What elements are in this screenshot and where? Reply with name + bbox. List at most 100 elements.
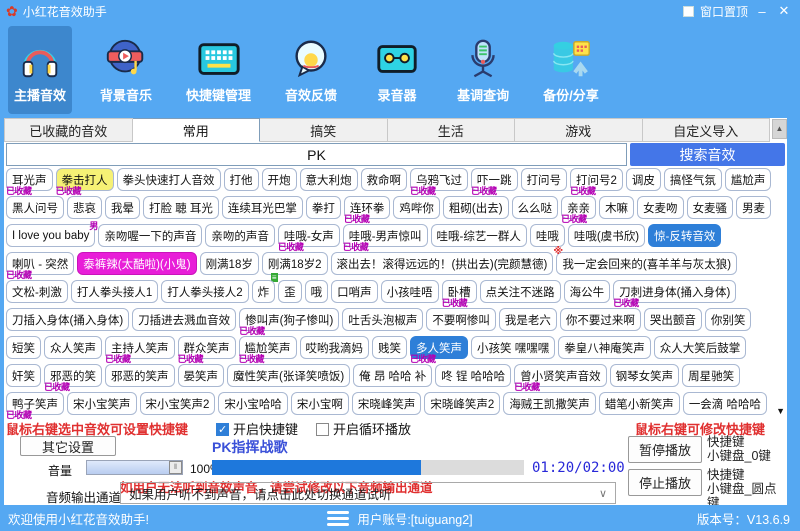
sound-effect-button[interactable]: 惨叫声(狗子惨叫) 已收藏 (239, 308, 340, 336)
user-account-text[interactable]: 用户账号:[tuiguang2] (357, 509, 472, 528)
sound-effect-button[interactable]: 周星驰笑 (682, 364, 741, 387)
search-button[interactable]: 搜索音效 (630, 143, 785, 166)
sound-effect-button[interactable]: 拳打 (305, 196, 341, 219)
sound-effect-button[interactable]: 打他 (223, 168, 259, 191)
sound-effect-button[interactable]: 宋小宝哈哈 (218, 392, 288, 415)
sound-effect-button[interactable]: 邪恶的笑声 (105, 364, 175, 387)
tab-favorites[interactable]: 已收藏的音效 (4, 118, 133, 142)
sound-effect-button[interactable]: 鸭子笑声 已收藏 (6, 392, 64, 420)
stop-play-button[interactable]: 停止播放 (628, 469, 702, 496)
loop-play-checkbox[interactable] (316, 423, 330, 436)
sound-effect-button[interactable]: 哇哦(虞书欣) (567, 224, 646, 247)
tool-pitch-query[interactable]: 基调查询 (451, 26, 515, 114)
sound-effect-button[interactable]: 不要啊惨叫 (426, 308, 496, 331)
scroll-down-button[interactable]: ▼ (776, 406, 785, 416)
tool-backup-share[interactable]: 备份/分享 (537, 26, 605, 114)
sound-effect-button[interactable]: 刀刺进身体(捅入身体) 已收藏 (613, 280, 737, 308)
sound-effect-button[interactable]: 宋小宝笑声 (67, 392, 137, 415)
sound-effect-button[interactable]: 短笑 (6, 336, 41, 359)
sound-effect-button[interactable]: 刀插入身体(捅入身体) (6, 308, 130, 331)
tab-common[interactable]: 常用 (132, 118, 260, 142)
sound-effect-button[interactable]: 众人大笑后鼓掌 (653, 336, 747, 359)
tool-recorder[interactable]: 录音器 (365, 26, 429, 114)
sound-effect-button[interactable]: 宋小宝笑声2 (139, 392, 216, 415)
sound-effect-button[interactable]: 邪恶的笑 已收藏 (44, 364, 102, 392)
sound-effect-button[interactable]: 粗砌(出去) (442, 196, 509, 219)
sound-effect-button[interactable]: 群众笑声 已收藏 (177, 336, 236, 364)
sound-effect-button[interactable]: 鸡哔你 (393, 196, 440, 219)
sound-effect-button[interactable]: 亲吻喔一下的声音 (98, 224, 203, 247)
sound-effect-button[interactable]: 喇叭 - 突然 已收藏 (6, 252, 75, 280)
sound-effect-button[interactable]: 海公牛 (563, 280, 611, 303)
sound-effect-button[interactable]: 么么哒 (511, 196, 559, 219)
tool-hotkey-manager[interactable]: 快捷键管理 (180, 26, 257, 114)
sound-effect-button[interactable]: 小孩哇唔 (380, 280, 439, 303)
sound-effect-button[interactable]: 小孩笑 嘿嘿嘿 (471, 336, 556, 359)
search-input[interactable]: PK (6, 143, 627, 166)
tool-anchor-sound[interactable]: 主播音效 (8, 26, 73, 114)
sound-effect-button[interactable]: 俺 昂 哈哈 补 (353, 364, 433, 387)
sound-effect-button[interactable]: 哦 (304, 280, 329, 303)
other-settings-button[interactable]: 其它设置 (20, 436, 116, 456)
sound-effect-button[interactable]: 耳光声 已收藏 (6, 168, 53, 196)
sound-effect-button[interactable]: 女麦骚 (686, 196, 734, 219)
close-button[interactable]: ✕ (776, 3, 792, 19)
sound-effect-button[interactable]: 拳皇八神庵笑声 (558, 336, 651, 359)
minimize-button[interactable]: – (754, 4, 770, 19)
sound-effect-button[interactable]: 哇哦-女声 已收藏 (277, 224, 340, 252)
sound-effect-button[interactable]: 刀插进去溅血音效 (132, 308, 237, 331)
sound-effect-button[interactable]: 宋晓峰笑声 (351, 392, 422, 415)
sound-effect-button[interactable]: 调皮 (625, 168, 661, 191)
sound-effect-button[interactable]: 尴尬声 (724, 168, 772, 191)
sound-effect-button[interactable]: 宋小宝啊 (290, 392, 349, 415)
sound-effect-button[interactable]: 魔性笑声(张译笑喷饭) (227, 364, 351, 387)
sound-effect-button[interactable]: 木嘛 (599, 196, 635, 219)
sound-effect-button[interactable]: 泰裤辣(太酷啦)(小鬼) (77, 252, 197, 275)
sound-effect-button[interactable]: 你不要过来啊 (559, 308, 641, 331)
sound-effect-button[interactable]: 众人笑声 (44, 336, 102, 359)
sound-effect-button[interactable]: 开炮 (261, 168, 297, 191)
sound-effect-button[interactable]: 哇哦-男声惊叫 已收藏 (342, 224, 428, 252)
tab-funny[interactable]: 搞笑 (260, 118, 388, 142)
sound-effect-button[interactable]: 滚出去！滚得远远的！(拱出去)(完颜慧德) (330, 252, 554, 275)
sound-effect-button[interactable]: 多人笑声 已收藏 (410, 336, 468, 364)
sound-effect-button[interactable]: 亲吻的声音 (205, 224, 275, 247)
sound-effect-button[interactable]: 打脸 聴 耳光 (143, 196, 219, 219)
tab-custom-import[interactable]: 自定义导入 (642, 118, 770, 142)
sound-effect-button[interactable]: 打人拳头接人2 (161, 280, 249, 303)
sound-effect-button[interactable]: 黑人问号 (6, 196, 64, 219)
sound-effect-button[interactable]: 我一定会回来的(喜羊羊与灰太狼) ※ (553, 246, 738, 275)
sound-effect-button[interactable]: 刚满18岁 (199, 252, 259, 275)
sound-effect-button[interactable]: 哎哟我滴妈 (299, 336, 369, 359)
sound-effect-button[interactable]: 男麦 (736, 196, 772, 219)
window-topmost-checkbox[interactable] (682, 5, 694, 17)
sound-effect-button[interactable]: 哇哦-综艺一群人 (430, 224, 527, 247)
sound-effect-button[interactable]: 口哨声 (331, 280, 378, 303)
sound-effect-button[interactable]: 我是老六 (498, 308, 557, 331)
tab-game[interactable]: 游戏 (515, 118, 643, 142)
sound-effect-button[interactable]: 主持人笑声 已收藏 (105, 336, 175, 364)
tab-life[interactable]: 生活 (387, 118, 515, 142)
sound-effect-button[interactable]: 拳头快速打人音效 (116, 168, 221, 191)
sound-effect-button[interactable]: 打人拳头接人1 (70, 280, 159, 303)
sound-effect-button[interactable]: 刚满18岁2 ≡ (261, 252, 328, 282)
sound-effect-button[interactable]: I love you baby 男 (6, 221, 98, 247)
sound-effect-button[interactable]: 哇哦 (529, 224, 565, 247)
sound-effect-button[interactable]: 奸笑 (6, 364, 41, 387)
sound-effect-button[interactable]: 宋晓峰笑声2 (424, 392, 501, 415)
sound-effect-button[interactable]: 悲哀 (67, 196, 102, 219)
sound-effect-button[interactable]: 打问号2 已收藏 (570, 168, 623, 196)
sound-effect-button[interactable]: 女麦吻 (637, 196, 684, 219)
volume-slider-thumb[interactable]: ⦀ (169, 461, 182, 474)
sound-effect-button[interactable]: 连续耳光巴掌 (221, 196, 303, 219)
sound-effect-button[interactable]: 曾小贤笑声音效 已收藏 (514, 364, 607, 392)
volume-slider[interactable]: ⦀ (86, 460, 183, 475)
sound-effect-button[interactable]: 你别笑 (704, 308, 752, 331)
sound-effect-button[interactable]: 哭出颤音 (643, 308, 702, 331)
sound-effect-button[interactable]: 连环拳 已收藏 (343, 196, 391, 224)
menu-hamburger-icon[interactable] (327, 510, 350, 526)
sound-effect-button[interactable]: 海贼王凯撒笑声 (503, 392, 596, 415)
sound-effect-button[interactable]: 惊-反转音效 (648, 224, 722, 247)
sound-effect-button[interactable]: 咚 锃 哈哈哈 (435, 364, 512, 387)
sound-effect-button[interactable]: 乌鸦飞过 已收藏 (410, 168, 468, 196)
